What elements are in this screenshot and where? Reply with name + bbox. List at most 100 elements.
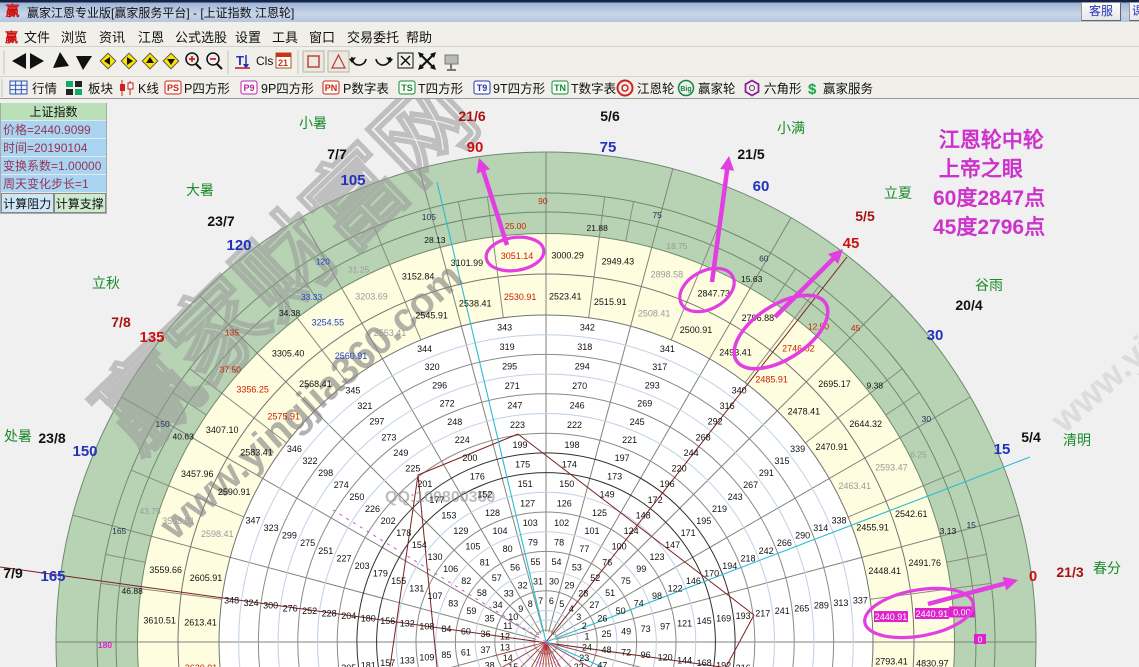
svg-text:15: 15 [508, 662, 518, 667]
svg-text:15.63: 15.63 [741, 274, 763, 284]
svg-text:77: 77 [579, 544, 589, 554]
svg-text:32: 32 [518, 581, 528, 591]
svg-text:2949.43: 2949.43 [602, 257, 635, 267]
svg-text:3610.51: 3610.51 [143, 615, 176, 625]
svg-text:春分: 春分 [1093, 560, 1121, 576]
svg-text:3254.55: 3254.55 [312, 317, 345, 327]
svg-text:小暑: 小暑 [299, 115, 327, 131]
svg-text:21/5: 21/5 [737, 146, 764, 162]
svg-text:199: 199 [512, 440, 527, 450]
svg-text:60: 60 [759, 254, 769, 264]
svg-text:2644.32: 2644.32 [849, 419, 882, 429]
svg-text:81: 81 [480, 557, 490, 567]
svg-text:75: 75 [621, 576, 631, 586]
svg-text:274: 274 [334, 480, 349, 490]
svg-text:180: 180 [361, 614, 376, 624]
svg-text:2613.41: 2613.41 [184, 618, 217, 628]
svg-text:181: 181 [361, 660, 376, 667]
svg-text:80: 80 [503, 544, 513, 554]
svg-text:203: 203 [355, 561, 370, 571]
svg-text:174: 174 [562, 459, 577, 469]
svg-text:2545.91: 2545.91 [415, 310, 448, 320]
svg-text:T: T [236, 53, 244, 68]
svg-text:0: 0 [978, 635, 983, 645]
svg-text:124: 124 [624, 526, 639, 536]
svg-text:197: 197 [615, 453, 630, 463]
svg-text:317: 317 [652, 362, 667, 372]
svg-text:319: 319 [500, 342, 515, 352]
svg-text:P四方形: P四方形 [184, 81, 230, 96]
svg-text:292: 292 [708, 417, 723, 427]
svg-text:276: 276 [283, 603, 298, 613]
svg-text:38: 38 [485, 660, 495, 667]
svg-text:196: 196 [660, 479, 675, 489]
svg-text:33.33: 33.33 [301, 292, 323, 302]
svg-text:2491.76: 2491.76 [909, 558, 942, 568]
svg-text:323: 323 [264, 523, 279, 533]
svg-text:247: 247 [507, 401, 522, 411]
svg-text:2508.41: 2508.41 [638, 308, 671, 318]
svg-text:152: 152 [477, 490, 492, 500]
svg-text:289: 289 [814, 601, 829, 611]
svg-text:74: 74 [634, 599, 644, 609]
svg-text:200: 200 [462, 453, 477, 463]
svg-text:100: 100 [612, 542, 627, 552]
svg-text:82: 82 [461, 576, 471, 586]
svg-text:43.75: 43.75 [139, 506, 161, 516]
svg-text:www.yingjia360.com: www.yingjia360.com [1042, 175, 1139, 441]
svg-text:2593.47: 2593.47 [875, 463, 908, 473]
svg-text:2463.41: 2463.41 [839, 481, 872, 491]
svg-text:46.88: 46.88 [122, 586, 144, 596]
svg-text:313: 313 [833, 598, 848, 608]
svg-text:90: 90 [538, 196, 548, 206]
svg-text:320: 320 [425, 362, 440, 372]
svg-text:56: 56 [510, 562, 520, 572]
svg-text:行情: 行情 [32, 82, 57, 96]
svg-text:251: 251 [318, 546, 333, 556]
svg-text:348: 348 [224, 596, 239, 606]
svg-text:266: 266 [777, 538, 792, 548]
svg-text:37.50: 37.50 [220, 365, 242, 375]
svg-text:2485.91: 2485.91 [755, 375, 788, 385]
svg-text:5/6: 5/6 [600, 108, 620, 124]
svg-text:290: 290 [795, 531, 810, 541]
svg-text:150: 150 [559, 479, 574, 489]
svg-text:2898.58: 2898.58 [651, 269, 684, 279]
svg-text:3101.99: 3101.99 [451, 258, 484, 268]
svg-text:246: 246 [570, 401, 585, 411]
svg-text:8: 8 [528, 599, 533, 609]
svg-text:26: 26 [597, 614, 607, 624]
svg-text:立秋: 立秋 [92, 275, 120, 291]
svg-text:202: 202 [381, 516, 396, 526]
svg-text:33: 33 [504, 589, 514, 599]
svg-text:23/7: 23/7 [207, 213, 234, 229]
svg-text:2500.91: 2500.91 [680, 325, 713, 335]
svg-text:102: 102 [554, 518, 569, 528]
svg-text:P9: P9 [243, 83, 254, 93]
svg-text:53: 53 [572, 562, 582, 572]
svg-text:PN: PN [325, 83, 338, 93]
svg-text:180: 180 [98, 640, 112, 650]
svg-text:300: 300 [263, 601, 278, 611]
svg-text:170: 170 [704, 568, 719, 578]
svg-text:76: 76 [602, 557, 612, 567]
svg-text:75: 75 [600, 139, 617, 156]
svg-text:318: 318 [577, 342, 592, 352]
svg-text:98: 98 [652, 591, 662, 601]
svg-text:220: 220 [672, 464, 687, 474]
svg-text:23: 23 [579, 653, 589, 663]
svg-text:104: 104 [492, 526, 507, 536]
svg-text:27: 27 [589, 600, 599, 610]
svg-text:3000.29: 3000.29 [551, 251, 584, 261]
svg-text:109: 109 [419, 653, 434, 663]
svg-text:48: 48 [601, 645, 611, 655]
svg-text:225: 225 [405, 464, 420, 474]
svg-text:60: 60 [753, 178, 770, 195]
svg-text:177: 177 [429, 495, 444, 505]
svg-text:314: 314 [813, 523, 828, 533]
svg-text:105: 105 [465, 542, 480, 552]
svg-text:赢家服务: 赢家服务 [823, 81, 873, 96]
svg-text:176: 176 [470, 471, 485, 481]
svg-text:24: 24 [582, 642, 592, 652]
svg-text:250: 250 [349, 492, 364, 502]
